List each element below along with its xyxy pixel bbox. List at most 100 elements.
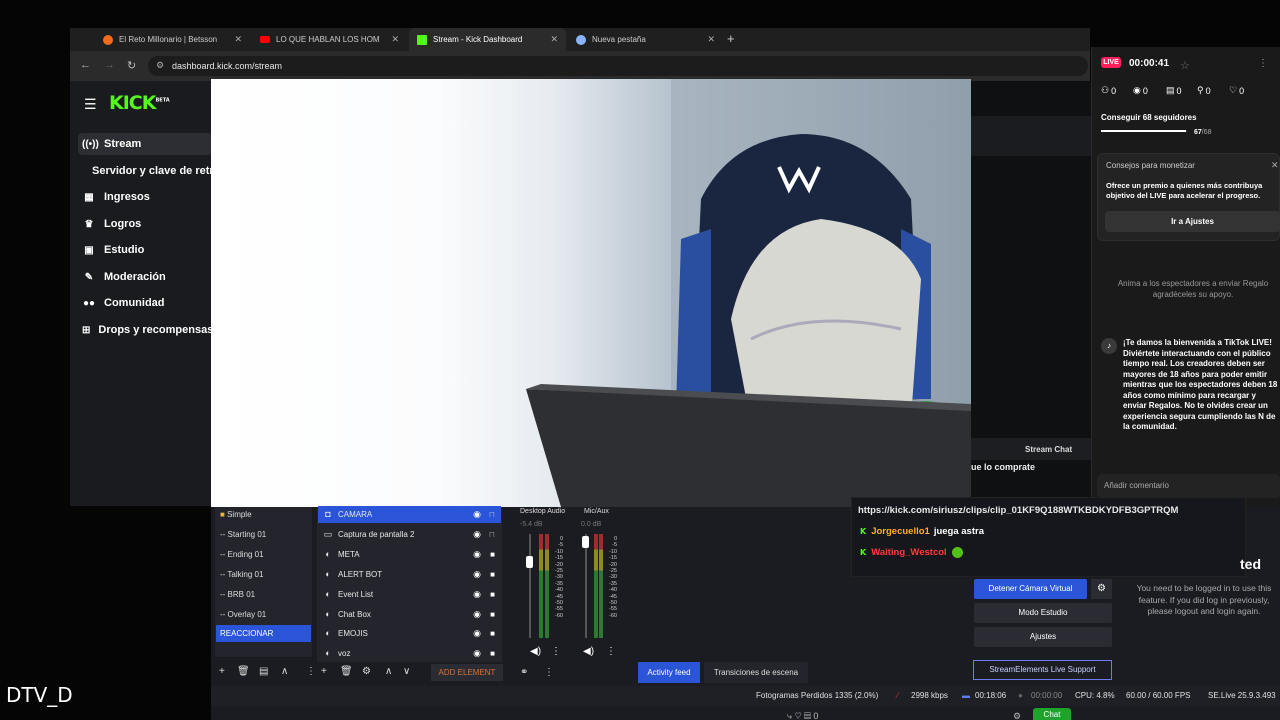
source-item[interactable]: ◐ ALERT BOT ◉ ■ [318, 566, 501, 583]
source-item-camara[interactable]: ◘ CAMARA ◉ ⊓ [318, 506, 501, 523]
scene-item[interactable]: -- Overlay 01 [216, 606, 311, 623]
go-to-settings-button[interactable]: Ir a Ajustes [1105, 211, 1280, 232]
settings-button[interactable]: Ajustes [974, 627, 1112, 647]
chat-clip-link[interactable]: https://kick.com/siriusz/clips/clip_01KF… [858, 505, 1178, 516]
visibility-eye-icon[interactable]: ◉ [473, 566, 481, 583]
reload-icon[interactable]: ↻ [127, 59, 136, 72]
source-item[interactable]: ◐ voz ◉ ■ [318, 645, 501, 662]
kick-logo[interactable]: KICKBETA [109, 92, 170, 114]
stat-value: 0 [1176, 85, 1182, 96]
more-icon[interactable]: ⋮ [1258, 58, 1268, 69]
delete-scene-icon[interactable]: 🗑 [237, 666, 250, 677]
visibility-eye-icon[interactable]: ◉ [473, 586, 481, 603]
tab-activity-feed[interactable]: Activity feed [638, 662, 700, 683]
virtual-camera-settings-gear-icon[interactable]: ⚙ [1091, 579, 1112, 599]
mixer-more-icon[interactable]: ⋮ [544, 667, 554, 678]
scene-item[interactable]: -- Talking 01 [216, 566, 311, 583]
streamelements-support-button[interactable]: StreamElements Live Support [973, 660, 1112, 680]
chat-username[interactable]: Waiting_Westcol [871, 547, 946, 558]
desktop-audio-fader-knob[interactable] [526, 556, 533, 568]
scene-label: -- Overlay 01 [220, 610, 267, 619]
desktop-audio-fader[interactable] [529, 534, 531, 638]
unlock-icon[interactable]: ⊓ [489, 506, 495, 523]
mic-speaker-icon[interactable]: ◀) [583, 646, 594, 657]
source-item[interactable]: ◐ EMOJIS ◉ ■ [318, 625, 501, 642]
new-tab-plus-icon[interactable]: + [727, 31, 735, 46]
lock-icon[interactable]: ■ [490, 625, 495, 642]
move-up-icon[interactable]: ∧ [385, 666, 392, 677]
add-element-button[interactable]: ADD ELEMENT [431, 664, 503, 681]
browser-tab-betsson[interactable]: El Reto Millonario | Betsson ✕ [95, 28, 250, 51]
browser-tab-kick-dashboard[interactable]: Stream - Kick Dashboard ✕ [409, 28, 566, 51]
sidebar-item-estudio[interactable]: ▣ Estudio [78, 239, 212, 261]
close-icon[interactable]: ✕ [1271, 160, 1279, 171]
chat-button[interactable]: Chat [1033, 708, 1071, 720]
visibility-eye-icon[interactable]: ◉ [473, 546, 481, 563]
mixer-link-icon[interactable]: ⚭ [520, 667, 528, 678]
unlock-icon[interactable]: ⊓ [489, 526, 495, 543]
sidebar-item-server-key[interactable]: Servidor y clave de retr [92, 160, 226, 182]
delete-source-icon[interactable]: 🗑 [340, 666, 353, 677]
visibility-eye-icon[interactable]: ◉ [473, 625, 481, 642]
add-source-icon[interactable]: + [321, 666, 327, 677]
more-icon[interactable]: ⋮ [306, 666, 316, 677]
visibility-eye-icon[interactable]: ◉ [473, 606, 481, 623]
stream-chat-tab-label: Stream Chat [1025, 445, 1073, 454]
scene-item[interactable]: -- Ending 01 [216, 546, 311, 563]
close-tab-icon[interactable]: ✕ [707, 34, 715, 45]
sidebar-item-ingresos[interactable]: ▦ Ingresos [78, 186, 212, 208]
sidebar-item-label: Logros [104, 218, 142, 230]
source-item[interactable]: ◐ Event List ◉ ■ [318, 586, 501, 603]
sidebar-item-stream[interactable]: ((•)) Stream [78, 133, 212, 155]
add-scene-icon[interactable]: + [219, 666, 225, 677]
forward-arrow-icon[interactable]: → [104, 59, 115, 71]
move-down-icon[interactable]: ∨ [403, 666, 410, 677]
chat-username[interactable]: Jorgecuello1 [871, 526, 930, 537]
scene-item-selected[interactable]: REACCIONAR [216, 625, 311, 642]
source-settings-gear-icon[interactable]: ⚙ [362, 666, 371, 677]
mic-aux-fader[interactable] [585, 534, 587, 638]
close-tab-icon[interactable]: ✕ [550, 34, 558, 45]
desktop-more-icon[interactable]: ⋮ [551, 646, 561, 657]
source-label: META [338, 550, 360, 559]
sidebar-item-drops[interactable]: ⊞ Drops y recompensas [78, 319, 212, 341]
star-icon[interactable]: ☆ [1180, 59, 1190, 72]
close-tab-icon[interactable]: ✕ [234, 34, 242, 45]
stat-value: 0 [1239, 85, 1245, 96]
scene-item[interactable]: ■ Simple [216, 506, 311, 523]
lock-icon[interactable]: ■ [490, 546, 495, 563]
browser-tab-new[interactable]: Nueva pestaña ✕ [568, 28, 723, 51]
lock-icon[interactable]: ■ [490, 645, 495, 662]
source-item[interactable]: ◐ Chat Box ◉ ■ [318, 606, 501, 623]
tab-scene-transitions[interactable]: Transiciones de escena [704, 662, 808, 683]
browser-tab-youtube[interactable]: LO QUE HABLAN LOS HOM ✕ [252, 28, 407, 51]
sidebar-item-comunidad[interactable]: ●● Comunidad [78, 292, 212, 314]
visibility-eye-icon[interactable]: ◉ [473, 645, 481, 662]
desktop-speaker-icon[interactable]: ◀) [530, 646, 541, 657]
stop-virtual-camera-button[interactable]: Detener Cámara Virtual [974, 579, 1087, 599]
lock-icon[interactable]: ■ [490, 566, 495, 583]
move-up-icon[interactable]: ∧ [281, 666, 288, 677]
lock-icon[interactable]: ■ [490, 586, 495, 603]
site-info-icon[interactable]: ⚙ [156, 60, 164, 71]
beta-badge: BETA [155, 97, 170, 104]
source-item[interactable]: ▭ Captura de pantalla 2 ◉ ⊓ [318, 526, 501, 543]
url-input[interactable]: ⚙ dashboard.kick.com/stream [148, 56, 1088, 76]
visibility-eye-icon[interactable]: ◉ [473, 506, 481, 523]
studio-mode-button[interactable]: Modo Estudio [974, 603, 1112, 623]
mic-aux-fader-knob[interactable] [582, 536, 589, 548]
back-arrow-icon[interactable]: ← [80, 59, 91, 71]
mic-more-icon[interactable]: ⋮ [606, 646, 616, 657]
scene-label: -- Ending 01 [220, 550, 264, 559]
close-tab-icon[interactable]: ✕ [391, 34, 399, 45]
scene-item[interactable]: -- BRB 01 [216, 586, 311, 603]
sidebar-item-logros[interactable]: ♛ Logros [78, 213, 212, 235]
visibility-eye-icon[interactable]: ◉ [473, 526, 481, 543]
source-item[interactable]: ◐ META ◉ ■ [318, 546, 501, 563]
scene-filters-icon[interactable]: ▤ [259, 666, 268, 677]
settings-gear-icon[interactable]: ⚙ [1013, 711, 1021, 720]
lock-icon[interactable]: ■ [490, 606, 495, 623]
sidebar-item-moderacion[interactable]: ✎ Moderación [78, 266, 212, 288]
hamburger-menu-icon[interactable]: ☰ [84, 96, 97, 113]
scene-item[interactable]: -- Starting 01 [216, 526, 311, 543]
